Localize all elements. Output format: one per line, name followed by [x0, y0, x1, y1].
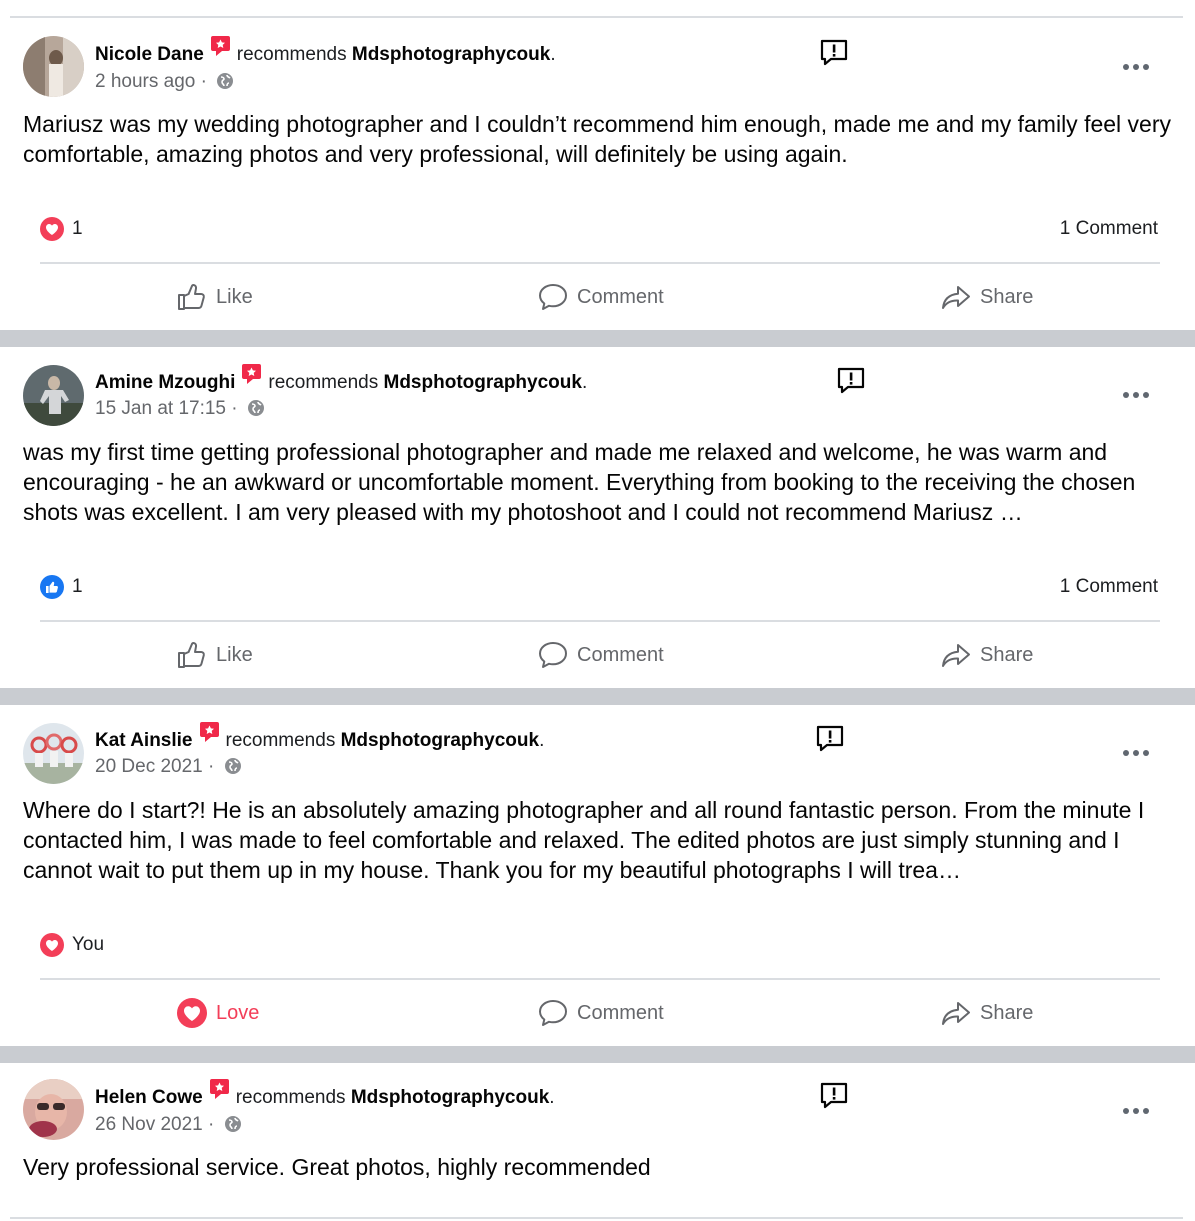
- post-text: was my first time getting professional p…: [23, 439, 1136, 525]
- comment-label: Comment: [577, 643, 664, 666]
- reaction-summary[interactable]: You: [40, 930, 104, 960]
- globe-icon: [217, 73, 234, 89]
- reaction-summary[interactable]: 1: [40, 214, 83, 244]
- like-label: Like: [216, 285, 253, 308]
- report-icon[interactable]: [819, 38, 849, 68]
- share-button[interactable]: Share: [940, 279, 1033, 315]
- thumbs-up-icon: [40, 575, 64, 599]
- globe-icon: [224, 758, 241, 774]
- divider: [10, 1217, 1183, 1219]
- love-label: Love: [216, 1001, 260, 1024]
- divider: [40, 978, 1160, 980]
- heart-icon: [40, 217, 64, 241]
- post-separator: [0, 688, 1195, 705]
- page-name[interactable]: Mdsphotographycouk: [351, 1087, 549, 1108]
- avatar[interactable]: [23, 723, 84, 784]
- divider: [40, 620, 1160, 622]
- share-arrow-icon: [942, 644, 970, 667]
- review-post: Kat Ainslie recommends Mdsphotographycouk…: [0, 705, 1195, 1046]
- timestamp[interactable]: 15 Jan at 17:15 ·: [95, 398, 238, 419]
- comment-bubble-icon: [539, 1000, 567, 1026]
- author-name[interactable]: Helen Cowe: [95, 1087, 203, 1108]
- more-options-icon[interactable]: [1122, 390, 1150, 400]
- post-meta: 20 Dec 2021 ·: [95, 754, 242, 780]
- love-button[interactable]: Love: [176, 995, 259, 1031]
- share-button[interactable]: Share: [940, 995, 1033, 1031]
- timestamp[interactable]: 2 hours ago ·: [95, 71, 207, 92]
- post-meta: 15 Jan at 17:15 ·: [95, 396, 265, 422]
- heart-icon: [177, 998, 207, 1028]
- recommend-badge-icon: [209, 1078, 230, 1099]
- recommend-badge-icon: [199, 721, 220, 742]
- author-name[interactable]: Kat Ainslie: [95, 730, 193, 751]
- author-name[interactable]: Amine Mzoughi: [95, 372, 235, 393]
- recommends-verb: recommends: [236, 44, 347, 65]
- comments-count[interactable]: 1 Comment: [1060, 572, 1158, 602]
- author-name[interactable]: Nicole Dane: [95, 44, 204, 65]
- recommend-badge-icon: [241, 363, 262, 384]
- post-separator: [0, 1046, 1195, 1063]
- reaction-count: You: [72, 934, 105, 955]
- comment-label: Comment: [577, 1001, 664, 1024]
- review-post: Nicole Dane recommends Mdsphotographycouk…: [0, 20, 1195, 330]
- recommends-verb: recommends: [225, 730, 336, 751]
- like-label: Like: [216, 643, 253, 666]
- more-options-icon[interactable]: [1122, 748, 1150, 758]
- reaction-count: 1: [72, 576, 83, 597]
- reaction-count: 1: [72, 218, 83, 239]
- share-label: Share: [980, 285, 1034, 308]
- report-icon[interactable]: [819, 1081, 849, 1111]
- recommend-badge-icon: [210, 35, 231, 56]
- comment-bubble-icon: [539, 642, 567, 668]
- heart-icon: [40, 933, 64, 957]
- review-post: Helen Cowe recommends Mdsphotographycouk.…: [0, 1063, 1195, 1221]
- post-text: Mariusz was my wedding photographer and …: [23, 111, 1172, 167]
- comment-button[interactable]: Comment: [537, 637, 664, 673]
- avatar[interactable]: [23, 1079, 84, 1140]
- report-icon[interactable]: [836, 366, 866, 396]
- post-header: Nicole Dane recommends Mdsphotographycouk…: [95, 36, 556, 67]
- post-separator: [0, 330, 1195, 347]
- review-post: Amine Mzoughi recommends Mdsphotographyco…: [0, 347, 1195, 688]
- share-arrow-icon: [942, 286, 970, 309]
- share-button[interactable]: Share: [940, 637, 1033, 673]
- page-name[interactable]: Mdsphotographycouk: [384, 372, 582, 393]
- share-arrow-icon: [942, 1002, 970, 1025]
- comment-button[interactable]: Comment: [537, 279, 664, 315]
- post-meta: 26 Nov 2021 ·: [95, 1112, 242, 1138]
- more-options-icon[interactable]: [1122, 1106, 1150, 1116]
- post-text: Where do I start?! He is an absolutely a…: [23, 797, 1145, 883]
- avatar[interactable]: [23, 36, 84, 97]
- thumbs-up-icon: [178, 642, 205, 668]
- post-text: Very professional service. Great photos,…: [23, 1154, 651, 1180]
- globe-icon: [247, 400, 264, 416]
- comment-bubble-icon: [539, 284, 567, 310]
- thumbs-up-icon: [178, 284, 205, 310]
- recommends-verb: recommends: [235, 1087, 346, 1108]
- reaction-summary[interactable]: 1: [40, 572, 83, 602]
- comment-label: Comment: [577, 285, 664, 308]
- like-button[interactable]: Like: [176, 637, 253, 673]
- avatar[interactable]: [23, 365, 84, 426]
- comments-count[interactable]: 1 Comment: [1060, 214, 1158, 244]
- post-header: Kat Ainslie recommends Mdsphotographycouk…: [95, 722, 544, 753]
- post-header: Helen Cowe recommends Mdsphotographycouk.: [95, 1079, 555, 1110]
- more-options-icon[interactable]: [1122, 62, 1150, 72]
- timestamp[interactable]: 20 Dec 2021 ·: [95, 756, 214, 777]
- page-name[interactable]: Mdsphotographycouk: [352, 44, 550, 65]
- page-name[interactable]: Mdsphotographycouk: [341, 730, 539, 751]
- share-label: Share: [980, 1001, 1034, 1024]
- like-button[interactable]: Like: [176, 279, 253, 315]
- share-label: Share: [980, 643, 1034, 666]
- recommends-verb: recommends: [268, 372, 379, 393]
- top-divider: [10, 16, 1183, 18]
- report-icon[interactable]: [815, 724, 845, 754]
- timestamp[interactable]: 26 Nov 2021 ·: [95, 1114, 214, 1135]
- divider: [40, 262, 1160, 264]
- globe-icon: [224, 1116, 241, 1132]
- comment-button[interactable]: Comment: [537, 995, 664, 1031]
- post-meta: 2 hours ago ·: [95, 69, 234, 95]
- post-header: Amine Mzoughi recommends Mdsphotographyco…: [95, 364, 587, 395]
